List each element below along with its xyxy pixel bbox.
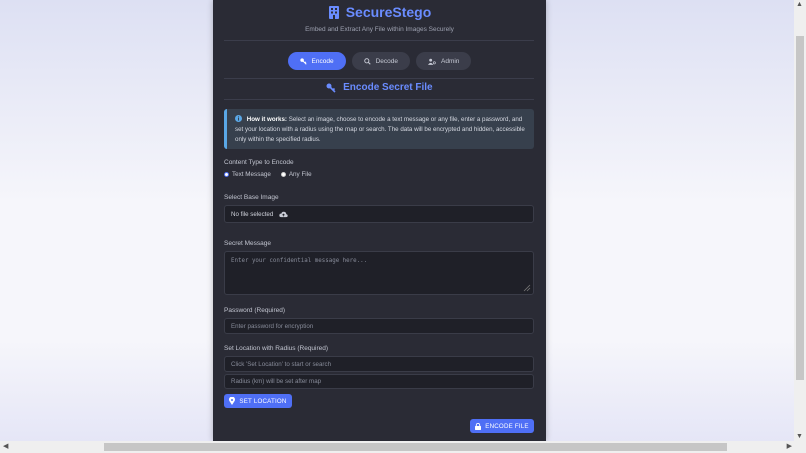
divider [224,40,534,41]
info-box: How it works: Select an image, choose to… [224,109,534,149]
divider [224,99,534,100]
divider [224,78,534,79]
cloud-upload-icon [279,211,288,217]
content-type-label: Content Type to Encode [224,159,294,166]
radio-dot[interactable] [224,172,229,177]
key-icon [299,57,307,65]
search-icon [363,57,371,65]
base-image-label: Select Base Image [224,194,279,201]
map-pin-icon [229,397,236,405]
tab-encode[interactable]: Encode [287,52,346,70]
radio-any-file[interactable]: Any File [280,171,312,178]
base-image-picker[interactable]: No file selected [224,205,534,223]
app-title: SecureStego [345,4,432,20]
encode-panel: SecureStego Embed and Extract Any File w… [213,0,546,441]
location-label: Set Location with Radius (Required) [224,345,329,352]
scroll-right-icon[interactable]: ▶ [787,441,792,453]
horizontal-scroll-thumb[interactable] [104,443,727,451]
vertical-scrollbar[interactable]: ▲ ▼ [794,0,806,441]
secret-message-label: Secret Message [224,240,271,247]
password-label: Password (Required) [224,307,286,314]
info-icon [235,115,242,122]
radius-input[interactable]: Radius (km) will be set after map [224,374,534,389]
tab-decode[interactable]: Decode [351,52,410,70]
resize-handle-icon[interactable] [523,284,531,292]
info-heading: How it works: [246,116,287,123]
password-input[interactable]: Enter password for encryption [224,318,534,334]
vertical-scroll-thumb[interactable] [796,36,804,380]
app-subtitle: Embed and Extract Any File within Images… [305,26,454,33]
key-icon [326,83,336,93]
tab-bar: Encode Decode Admin [213,52,546,70]
secret-message-textarea[interactable]: Enter your confidential message here... [224,251,534,295]
set-location-button[interactable]: SET LOCATION [224,394,292,408]
scroll-up-icon[interactable]: ▲ [796,0,803,11]
radio-dot[interactable] [280,172,286,177]
tab-admin[interactable]: Admin [416,52,472,70]
location-input[interactable]: Click 'Set Location' to start or search [224,356,534,372]
lock-icon [475,422,482,430]
encode-file-button[interactable]: ENCODE FILE [470,419,534,433]
user-gear-icon [428,58,436,65]
radio-text-message[interactable]: Text Message [224,171,271,178]
brand: SecureStego [213,4,546,24]
scroll-left-icon[interactable]: ◀ [3,441,8,453]
content-type-options: Text Message Any File [224,171,312,178]
horizontal-scrollbar[interactable]: ◀ ▶ [0,441,806,453]
section-title: Encode Secret File [213,82,546,93]
building-icon [328,5,339,19]
file-status: No file selected [231,210,274,218]
